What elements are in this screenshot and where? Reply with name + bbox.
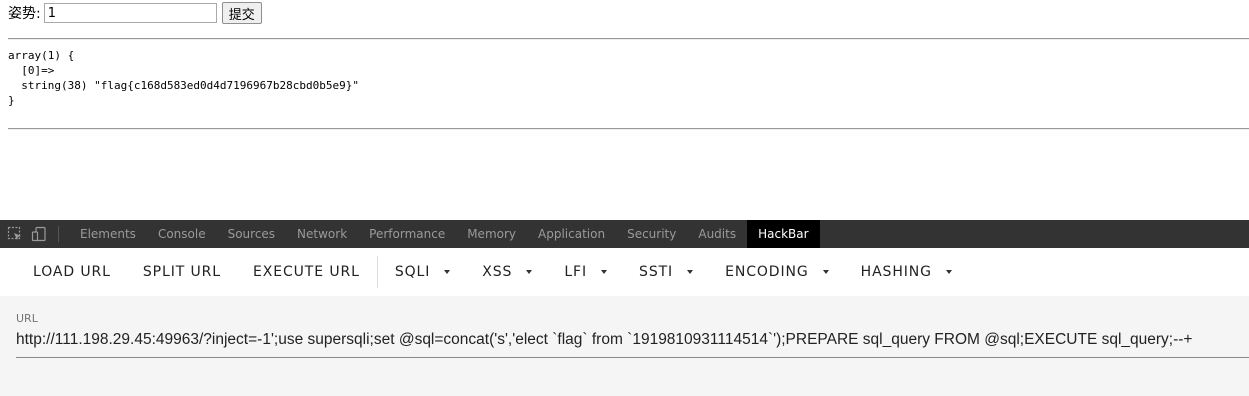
execute-url-button[interactable]: EXECUTE URL xyxy=(237,254,376,290)
encoding-menu-label: ENCODING xyxy=(725,264,809,280)
hackbar-toolbar: LOAD URL SPLIT URL EXECUTE URL SQLI XSS … xyxy=(0,248,1249,296)
hashing-menu[interactable]: HASHING xyxy=(845,254,968,290)
lfi-menu-label: LFI xyxy=(564,264,588,280)
inspect-icon[interactable] xyxy=(6,220,24,248)
devtools-tabbar: Elements Console Sources Network Perform… xyxy=(0,220,1249,248)
url-field[interactable]: http://111.198.29.45:49963/?inject=-1';u… xyxy=(16,331,1246,349)
sqli-menu-label: SQLI xyxy=(394,264,431,280)
sqli-menu[interactable]: SQLI xyxy=(379,254,466,290)
encoding-menu[interactable]: ENCODING xyxy=(709,254,845,290)
xss-menu[interactable]: XSS xyxy=(466,254,548,290)
url-label: URL xyxy=(16,312,38,325)
caret-down-icon xyxy=(945,270,952,274)
form-label: 姿势: xyxy=(8,6,41,22)
url-field-underline xyxy=(16,357,1249,358)
tab-performance[interactable]: Performance xyxy=(358,220,456,248)
inject-input[interactable] xyxy=(43,3,217,23)
caret-down-icon xyxy=(526,270,533,274)
ssti-menu[interactable]: SSTI xyxy=(623,254,709,290)
lfi-menu[interactable]: LFI xyxy=(548,254,623,290)
submit-button[interactable]: 提交 xyxy=(221,2,262,24)
caret-down-icon xyxy=(601,270,608,274)
device-toggle-icon[interactable] xyxy=(30,220,48,248)
tab-hackbar[interactable]: HackBar xyxy=(747,220,820,248)
tab-audits[interactable]: Audits xyxy=(687,220,747,248)
tab-console[interactable]: Console xyxy=(147,220,217,248)
page-content: 姿势: 提交 array(1) { [0]=> string(38) "flag… xyxy=(0,0,1249,220)
url-area: URL http://111.198.29.45:49963/?inject=-… xyxy=(0,296,1249,396)
inject-form: 姿势: 提交 xyxy=(8,2,262,24)
xss-menu-label: XSS xyxy=(482,264,513,280)
divider-top xyxy=(8,38,1249,40)
devtools-panel: Elements Console Sources Network Perform… xyxy=(0,220,1249,396)
caret-down-icon xyxy=(687,270,694,274)
toolbar-divider xyxy=(376,256,378,288)
tab-application[interactable]: Application xyxy=(527,220,616,248)
divider-bottom xyxy=(8,128,1249,130)
tab-sources[interactable]: Sources xyxy=(217,220,286,248)
ssti-menu-label: SSTI xyxy=(639,264,674,280)
hashing-menu-label: HASHING xyxy=(860,264,932,280)
tab-elements[interactable]: Elements xyxy=(69,220,147,248)
load-url-button[interactable]: LOAD URL xyxy=(17,254,127,290)
split-url-button[interactable]: SPLIT URL xyxy=(127,254,237,290)
caret-down-icon xyxy=(444,270,451,274)
toolbar-separator xyxy=(58,226,59,242)
tab-security[interactable]: Security xyxy=(616,220,687,248)
tab-memory[interactable]: Memory xyxy=(456,220,527,248)
caret-down-icon xyxy=(822,270,829,274)
tab-network[interactable]: Network xyxy=(286,220,358,248)
query-output: array(1) { [0]=> string(38) "flag{c168d5… xyxy=(8,49,359,107)
